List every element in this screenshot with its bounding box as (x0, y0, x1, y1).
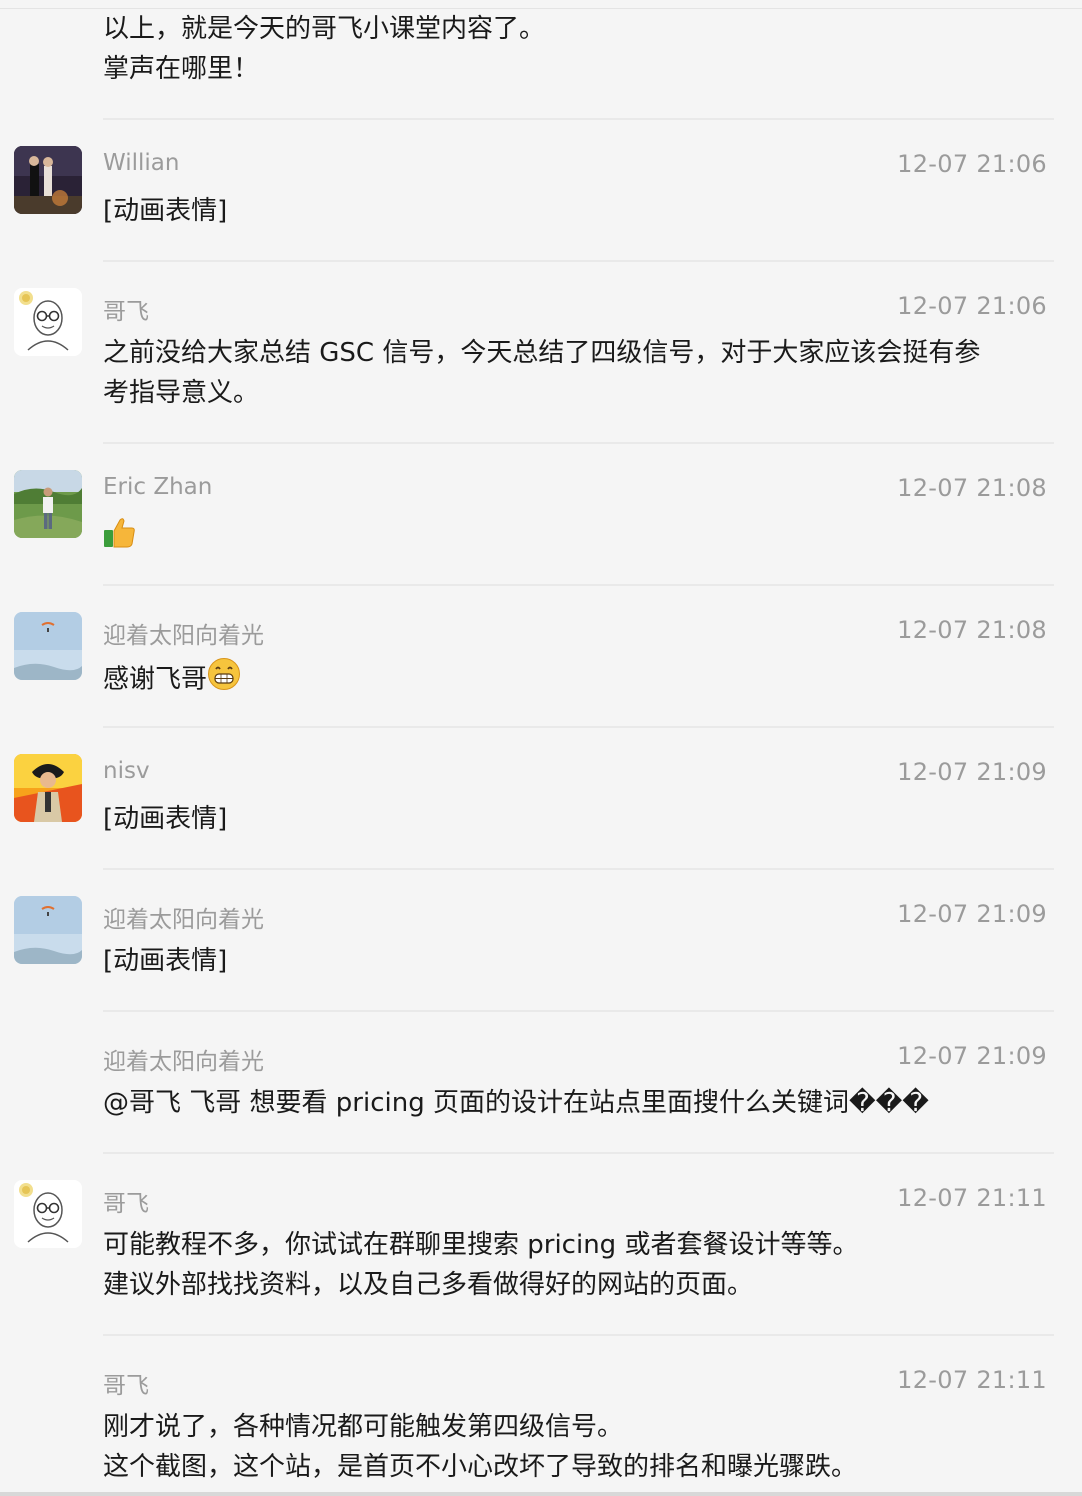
message-line (103, 515, 1053, 561)
message-timestamp: 12-07 21:08 (897, 616, 1047, 644)
message-divider (103, 118, 1054, 120)
message-divider (103, 868, 1054, 870)
sender-name[interactable]: nisv (103, 758, 150, 784)
sender-name[interactable]: 迎着太阳向着光 (103, 616, 264, 650)
message-divider (103, 584, 1054, 586)
message-line: [动画表情] (103, 804, 228, 834)
message-line: [动画表情] (103, 946, 228, 976)
window-bottom-edge (0, 1492, 1082, 1496)
message-line: 建议外部找找资料，以及自己多看做得好的网站的页面。 (103, 1270, 754, 1300)
message-line: @哥飞 飞哥 想要看 pricing 页面的设计在站点里面搜什么关键词��� (103, 1088, 929, 1118)
message-timestamp: 12-07 21:08 (897, 474, 1047, 502)
anime-character-avatar[interactable] (14, 754, 82, 822)
message-line: 考指导意义。 (103, 378, 260, 408)
message-line: 之前没给大家总结 GSC 信号，今天总结了四级信号，对于大家应该会挺有参 (103, 338, 981, 368)
message-timestamp: 12-07 21:09 (897, 758, 1047, 786)
message-divider (103, 260, 1054, 262)
message-line: 以上，就是今天的哥飞小课堂内容了。 (103, 14, 546, 44)
sender-name[interactable]: Eric Zhan (103, 474, 212, 500)
sender-name[interactable]: 哥飞 (103, 292, 149, 326)
message-timestamp: 12-07 21:11 (897, 1366, 1047, 1394)
cartoon-glasses-avatar[interactable] (14, 1180, 82, 1248)
photo-hiker-avatar[interactable] (14, 470, 82, 538)
chat-history: 以上，就是今天的哥飞小课堂内容了。 掌声在哪里！ Willian 12-07 2… (0, 0, 1082, 1496)
message-line: 感谢飞哥 (103, 657, 1053, 703)
message-timestamp: 12-07 21:09 (897, 1042, 1047, 1070)
grin-emoji (207, 657, 241, 703)
message-line: 这个截图，这个站，是首页不小心改坏了导致的排名和曝光骤跌。 (103, 1452, 858, 1482)
thumbs-up-emoji (103, 515, 137, 561)
message-divider (103, 1152, 1054, 1154)
sender-name[interactable]: Willian (103, 150, 179, 176)
photo-couple-avatar[interactable] (14, 146, 82, 214)
sender-name[interactable]: 迎着太阳向着光 (103, 1042, 264, 1076)
message-timestamp: 12-07 21:06 (897, 150, 1047, 178)
sky-paraglider-avatar[interactable] (14, 896, 82, 964)
message-line: 掌声在哪里！ (103, 54, 260, 84)
message-line: [动画表情] (103, 196, 228, 226)
message-divider (103, 442, 1054, 444)
message-divider (103, 726, 1054, 728)
sender-name[interactable]: 哥飞 (103, 1366, 149, 1400)
message-text: 感谢飞哥 (103, 664, 208, 695)
cartoon-glasses-avatar[interactable] (14, 288, 82, 356)
message-line: 可能教程不多，你试试在群聊里搜索 pricing 或者套餐设计等等。 (103, 1230, 859, 1260)
sky-paraglider-avatar[interactable] (14, 612, 82, 680)
message-line: 刚才说了，各种情况都可能触发第四级信号。 (103, 1412, 624, 1442)
message-timestamp: 12-07 21:06 (897, 292, 1047, 320)
message-divider (103, 1334, 1054, 1336)
sender-name[interactable]: 迎着太阳向着光 (103, 900, 264, 934)
message-timestamp: 12-07 21:11 (897, 1184, 1047, 1212)
message-timestamp: 12-07 21:09 (897, 900, 1047, 928)
sender-name[interactable]: 哥飞 (103, 1184, 149, 1218)
message-divider (103, 1010, 1054, 1012)
